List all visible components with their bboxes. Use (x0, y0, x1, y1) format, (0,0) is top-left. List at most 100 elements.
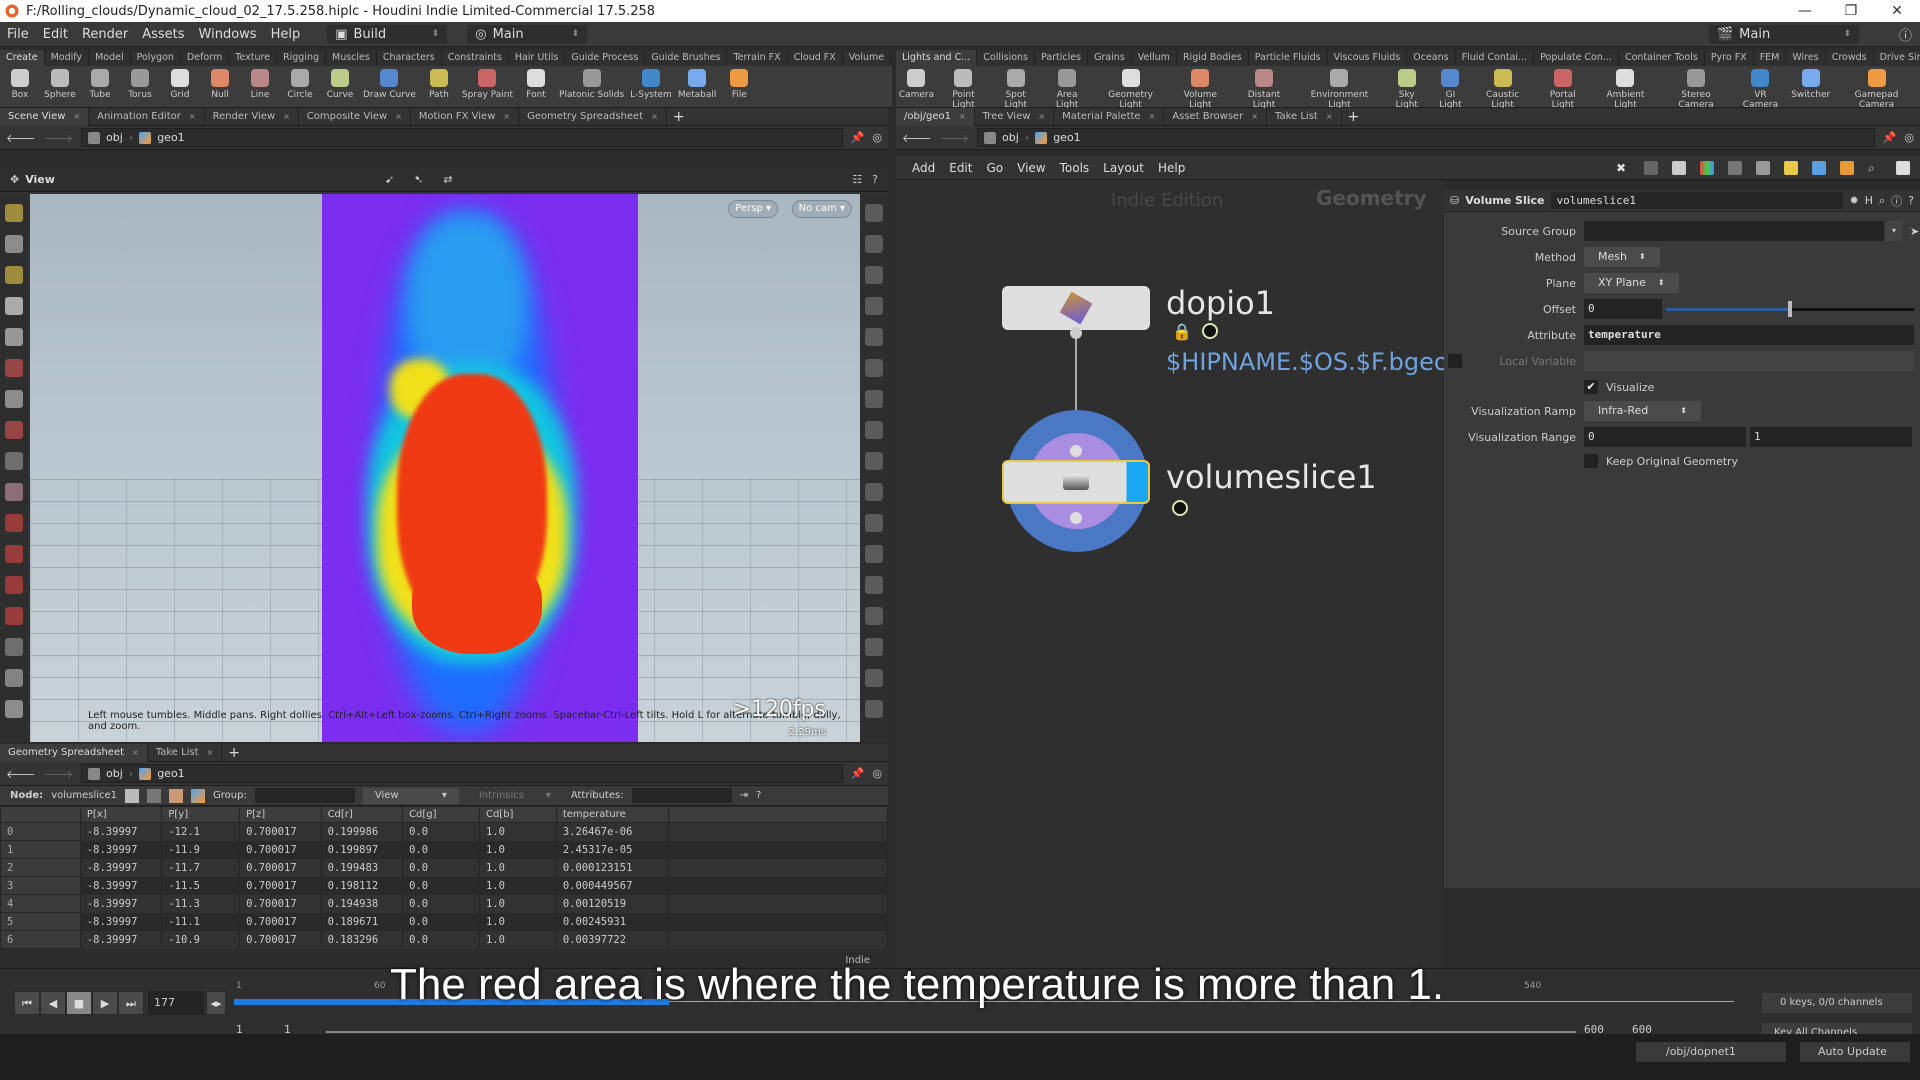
shelf-tool-sky-light[interactable]: Sky Light (1383, 69, 1430, 110)
gear-icon[interactable]: ✹ (1849, 194, 1858, 207)
points-mode-icon[interactable] (125, 788, 140, 803)
desktop-selector[interactable]: ▣ Build ⬍ (327, 24, 448, 44)
close-tab-icon[interactable]: × (395, 112, 402, 121)
view-dropdown[interactable]: View ▾ (362, 787, 459, 804)
secure-select-icon[interactable]: ➷ (414, 173, 423, 186)
shelf-tab-characters[interactable]: Characters (377, 50, 442, 66)
minimize-button[interactable]: — (1782, 3, 1828, 19)
node-dopio1[interactable] (1002, 286, 1150, 330)
range-min-field[interactable]: 0 (1584, 427, 1746, 447)
net-menu-add[interactable]: Add (912, 161, 935, 175)
table-row[interactable]: 4 -8.39997 -11.3 0.700017 0.194938 0.0 1.0 0.00… (0, 894, 888, 913)
display-option-icon[interactable] (865, 545, 883, 563)
shelf-tab-muscles[interactable]: Muscles (326, 50, 377, 66)
viewport-tool-icon[interactable] (5, 204, 23, 222)
play-reverse-button[interactable]: ◀ (40, 991, 66, 1015)
shelf-tool-tube[interactable]: Tube (80, 69, 120, 100)
shelf-tool-distant-light[interactable]: Distant Light (1232, 69, 1295, 110)
camera-menu-button[interactable]: No cam ▾ (791, 200, 852, 218)
column-header-cd-r[interactable]: Cd[r] (320, 806, 404, 823)
shelf-tool-stereo-camera[interactable]: Stereo Camera (1660, 69, 1733, 110)
shelf-tool-draw-curve[interactable]: Draw Curve (360, 69, 419, 100)
viewport-tool-icon[interactable] (5, 545, 23, 563)
keep-original-checkbox[interactable] (1584, 454, 1598, 468)
display-options-icon[interactable]: ☷ (852, 173, 862, 186)
shelf-tool-gi-light[interactable]: GI Light (1430, 69, 1471, 110)
list-icon[interactable] (1672, 160, 1686, 175)
display-option-icon[interactable] (865, 483, 883, 501)
shelf-tool-line[interactable]: Line (240, 69, 280, 100)
scene-viewport[interactable]: ✥ View ➹ ➷ ⇄ ☷ ? Persp ▾ No cam ▾ Left m… (0, 168, 888, 742)
shelf-tool-geometry-light[interactable]: Geometry Light (1093, 69, 1168, 110)
display-option-icon[interactable] (865, 204, 883, 222)
display-option-icon[interactable] (865, 514, 883, 532)
shelf-tab-lights-and-c[interactable]: Lights and C... (896, 50, 978, 66)
shelf-tab-guide-brushes[interactable]: Guide Brushes (645, 50, 728, 66)
output-port[interactable] (1070, 512, 1082, 524)
shelf-tab-constraints[interactable]: Constraints (442, 50, 509, 66)
shelf-tool-portal-light[interactable]: Portal Light (1535, 69, 1592, 110)
viewport-tool-icon[interactable] (5, 235, 23, 253)
color-palette-icon[interactable] (1700, 160, 1714, 175)
play-button[interactable]: ▶ (92, 991, 118, 1015)
shelf-tab-guide-process[interactable]: Guide Process (565, 50, 646, 66)
primitives-mode-icon[interactable] (169, 788, 184, 803)
network-graph[interactable]: Indie Edition Geometry dopio1 🔒 $HIPNAME… (896, 180, 1449, 968)
viewport-tool-icon[interactable] (5, 328, 23, 346)
shelf-tool-sphere[interactable]: Sphere (40, 69, 80, 100)
tab-scene-view[interactable]: Scene View × (0, 107, 90, 126)
column-header-p-y[interactable]: P[y] (161, 806, 241, 823)
background-image-icon[interactable] (1812, 160, 1826, 175)
viewport-tool-icon[interactable] (5, 638, 23, 656)
table-row[interactable]: 2 -8.39997 -11.7 0.700017 0.199483 0.0 1.0 0.00… (0, 858, 888, 877)
forward-arrow-icon[interactable]: 🡒 (44, 131, 74, 145)
shelf-tab-deform[interactable]: Deform (181, 50, 230, 66)
attributes-field[interactable] (631, 788, 732, 803)
close-tab-icon[interactable]: × (189, 112, 196, 121)
help-icon[interactable]: ? (1908, 194, 1914, 207)
shape-palette-icon[interactable] (1728, 160, 1742, 175)
shelf-tool-spot-light[interactable]: Spot Light (990, 69, 1041, 110)
tab-geometry-spreadsheet[interactable]: Geometry Spreadsheet × (0, 743, 148, 762)
column-header-p-z[interactable]: P[z] (239, 806, 322, 823)
shelf-tab-drive-simula[interactable]: Drive Simula... (1874, 50, 1920, 66)
shelf-tool-path[interactable]: Path (419, 69, 459, 100)
table-row[interactable]: 6 -8.39997 -10.9 0.700017 0.183296 0.0 1.0 0.00… (0, 930, 888, 949)
shelf-tab-fem[interactable]: FEM (1754, 50, 1787, 66)
viewport-tool-icon[interactable] (5, 421, 23, 439)
viewport-tool-icon[interactable] (5, 266, 23, 284)
method-menu[interactable]: Mesh ⬍ (1584, 247, 1660, 267)
viewport-tool-icon[interactable] (5, 669, 23, 687)
lock-icon[interactable]: 🔒 (1172, 322, 1192, 341)
houdini-h-icon[interactable]: H (1865, 194, 1873, 207)
tab-geometry-spreadsheet[interactable]: Geometry Spreadsheet × (519, 107, 667, 126)
shelf-tool-grid[interactable]: Grid (160, 69, 200, 100)
menu-windows[interactable]: Windows (192, 27, 264, 42)
jump-end-button[interactable]: ⏭ (118, 991, 144, 1015)
add-pane-tab-button[interactable]: + (222, 745, 246, 761)
tab-composite-view[interactable]: Composite View × (299, 107, 411, 126)
tree-icon[interactable] (1644, 160, 1658, 175)
shelf-tool-ambient-light[interactable]: Ambient Light (1591, 69, 1660, 110)
shelf-tab-rigid-bodies[interactable]: Rigid Bodies (1177, 50, 1249, 66)
shelf-tool-area-light[interactable]: Area Light (1041, 69, 1093, 110)
spreadsheet-help-icon[interactable]: ? (756, 790, 761, 801)
tab-take-list[interactable]: Take List × (148, 743, 223, 762)
display-option-icon[interactable] (865, 669, 883, 687)
range-max-field[interactable]: 1 (1750, 427, 1912, 447)
display-option-icon[interactable] (865, 421, 883, 439)
update-mode-menu[interactable]: Auto Update (1800, 1042, 1910, 1062)
pin-icon[interactable]: 📌 (851, 131, 865, 144)
pin-icon[interactable]: 📌 (851, 767, 865, 780)
link-icon[interactable]: ◎ (872, 131, 882, 144)
close-tab-icon[interactable]: × (283, 112, 290, 121)
net-menu-tools[interactable]: Tools (1060, 161, 1090, 175)
shelf-tab-collisions[interactable]: Collisions (977, 50, 1036, 66)
info-icon[interactable]: ⓘ (1891, 193, 1902, 209)
display-option-icon[interactable] (865, 390, 883, 408)
group-field[interactable] (254, 788, 355, 803)
breadcrumb-obj[interactable]: obj (106, 767, 123, 780)
net-menu-view[interactable]: View (1017, 161, 1045, 175)
table-row[interactable]: 1 -8.39997 -11.9 0.700017 0.199897 0.0 1.0 2.45… (0, 840, 888, 859)
shelf-tool-box[interactable]: Box (0, 69, 40, 100)
